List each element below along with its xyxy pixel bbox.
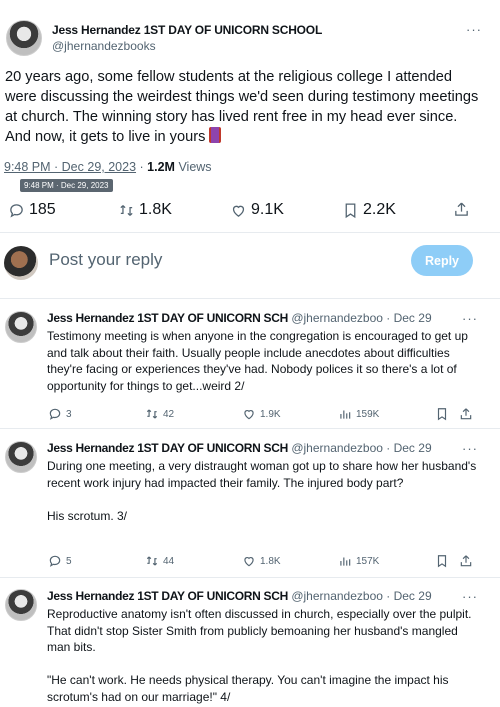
divider — [0, 298, 500, 299]
more-options-icon[interactable]: ··· — [462, 441, 478, 456]
more-options-icon[interactable]: ··· — [466, 22, 482, 37]
share-icon[interactable] — [459, 407, 473, 421]
repost-count: 42 — [163, 408, 175, 420]
views-button[interactable]: 159K — [338, 407, 379, 421]
reply-button[interactable]: 3 — [48, 407, 72, 421]
main-post-body: 20 years ago, some fellow students at th… — [5, 69, 479, 145]
like-count: 9.1K — [251, 201, 284, 218]
reply-composer: Post your reply Reply — [0, 240, 500, 284]
bookmark-button[interactable]: 2.2K — [342, 201, 396, 219]
more-options-icon[interactable]: ··· — [462, 311, 478, 326]
thread-emoji-icon — [209, 127, 222, 143]
reply-input[interactable]: Post your reply — [49, 250, 162, 270]
post-text: During one meeting, a very distraught wo… — [47, 459, 477, 523]
bookmark-count: 2.2K — [363, 201, 396, 218]
author-avatar[interactable] — [6, 20, 42, 56]
like-button[interactable]: 1.9K — [242, 407, 281, 421]
views-count: 159K — [356, 408, 380, 420]
current-user-avatar — [4, 246, 38, 280]
post-text: Testimony meeting is when anyone in the … — [47, 329, 468, 393]
repost-button[interactable]: 44 — [145, 554, 174, 568]
repost-icon — [146, 409, 158, 419]
timestamp-tooltip: 9:48 PM · Dec 29, 2023 — [20, 179, 113, 192]
like-icon — [244, 557, 254, 567]
reply-count: 185 — [29, 201, 56, 218]
post-header: Jess Hernandez 1ST DAY OF UNICORN SCH @j… — [47, 589, 487, 603]
author-name[interactable]: Jess Hernandez 1ST DAY OF UNICORN SCH — [47, 441, 288, 455]
author-handle[interactable]: @jhernandezboo — [291, 441, 383, 455]
repost-count: 44 — [163, 555, 175, 567]
author-name[interactable]: Jess Hernandez 1ST DAY OF UNICORN SCH — [47, 589, 288, 603]
views-icon — [340, 557, 351, 566]
views-count: 157K — [356, 555, 380, 567]
bookmark-icon[interactable] — [435, 407, 449, 421]
main-post-header: Jess Hernandez 1ST DAY OF UNICORN SCHOOL… — [6, 20, 322, 56]
views-icon — [340, 410, 351, 419]
bookmark-icon[interactable] — [435, 554, 449, 568]
author-name[interactable]: Jess Hernandez 1ST DAY OF UNICORN SCH — [47, 311, 288, 325]
post-header: Jess Hernandez 1ST DAY OF UNICORN SCH @j… — [47, 441, 487, 455]
main-post-text: 20 years ago, some fellow students at th… — [5, 67, 485, 147]
author-handle[interactable]: @jhernandezbooks — [52, 39, 322, 53]
reply-count: 3 — [66, 408, 72, 420]
post-header: Jess Hernandez 1ST DAY OF UNICORN SCH @j… — [47, 311, 487, 325]
views-button[interactable]: 157K — [338, 554, 379, 568]
reply-icon — [10, 203, 23, 218]
bookmark-icon — [345, 202, 356, 218]
divider — [0, 577, 500, 578]
reply-submit-button[interactable]: Reply — [411, 245, 473, 276]
reply-icon — [49, 408, 61, 420]
author-handle[interactable]: @jhernandezboo — [291, 589, 383, 603]
reply-count: 5 — [66, 555, 72, 567]
author-handle[interactable]: @jhernandezboo — [291, 311, 383, 325]
like-count: 1.8K — [260, 555, 281, 567]
post-date[interactable]: · Dec 29 — [386, 311, 431, 325]
repost-button[interactable]: 1.8K — [118, 201, 172, 219]
share-button[interactable] — [453, 201, 470, 218]
like-count: 1.9K — [260, 408, 281, 420]
post-date[interactable]: · Dec 29 — [386, 441, 431, 455]
divider — [0, 232, 500, 233]
share-icon[interactable] — [459, 554, 473, 568]
divider — [0, 428, 500, 429]
reply-button[interactable]: 5 — [48, 554, 72, 568]
author-name[interactable]: Jess Hernandez 1ST DAY OF UNICORN SCHOOL — [52, 23, 322, 37]
reply-button[interactable]: 185 — [8, 201, 56, 219]
share-icon — [455, 202, 468, 216]
views-label: Views — [178, 160, 212, 174]
author-avatar[interactable] — [5, 311, 37, 343]
like-icon — [232, 205, 245, 217]
post-text: Reproductive anatomy isn't often discuss… — [47, 607, 472, 704]
repost-icon — [120, 204, 133, 216]
more-options-icon[interactable]: ··· — [462, 589, 478, 604]
like-button[interactable]: 9.1K — [230, 201, 284, 219]
repost-count: 1.8K — [139, 201, 172, 218]
repost-button[interactable]: 42 — [145, 407, 174, 421]
author-avatar[interactable] — [5, 441, 37, 473]
reply-icon — [49, 555, 61, 567]
like-icon — [244, 410, 254, 420]
repost-icon — [146, 556, 158, 566]
author-avatar[interactable] — [5, 589, 37, 621]
views-count: 1.2M — [147, 160, 175, 174]
post-date[interactable]: · Dec 29 — [386, 589, 431, 603]
like-button[interactable]: 1.8K — [242, 554, 281, 568]
post-meta: 9:48 PM · Dec 29, 2023 · 1.2M Views — [4, 160, 212, 174]
post-timestamp-link[interactable]: 9:48 PM · Dec 29, 2023 — [4, 160, 136, 174]
